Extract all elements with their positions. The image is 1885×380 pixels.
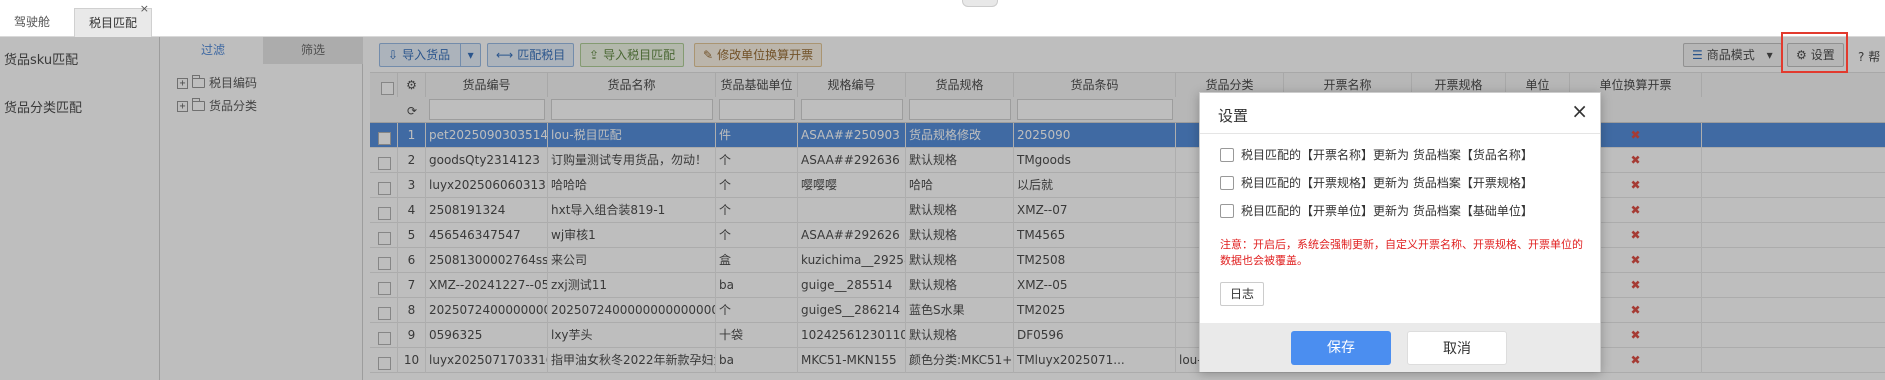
tab-label: 税目匹配	[89, 16, 138, 30]
app-window: 驾驶舱 税目匹配 × 货品sku匹配 货品分类匹配 过滤 筛选 + 税目编码 +…	[0, 0, 1885, 380]
dialog-divider	[1200, 133, 1600, 134]
save-button[interactable]: 保存	[1291, 331, 1391, 365]
option-label: 税目匹配的【开票单位】更新为 货品档案【基础单位】	[1241, 204, 1533, 218]
dialog-title: 设置	[1218, 107, 1249, 125]
log-button[interactable]: 日志	[1220, 282, 1264, 306]
close-icon[interactable]: ×	[1571, 101, 1588, 121]
tab-tax-match[interactable]: 税目匹配 ×	[74, 2, 153, 37]
tab-cockpit[interactable]: 驾驶舱	[0, 8, 64, 37]
dialog-footer	[1200, 323, 1600, 372]
tab-label: 驾驶舱	[14, 15, 51, 29]
option-label: 税目匹配的【开票规格】更新为 货品档案【开票规格】	[1241, 176, 1533, 190]
settings-dialog: 设置 × 税目匹配的【开票名称】更新为 货品档案【货品名称】 税目匹配的【开票规…	[1199, 92, 1601, 372]
warning-note: 注意：开启后，系统会强制更新，自定义开票名称、开票规格、开票单位的数据也会被覆盖…	[1220, 238, 1583, 267]
collapse-handle[interactable]	[962, 0, 998, 7]
top-tab-bar: 驾驶舱 税目匹配 ×	[0, 0, 1885, 37]
tab-close-icon[interactable]: ×	[140, 2, 149, 16]
settings-highlight-box	[1781, 32, 1848, 73]
option-invoice-unit[interactable]: 税目匹配的【开票单位】更新为 货品档案【基础单位】	[1220, 202, 1533, 220]
option-checkbox[interactable]	[1220, 148, 1234, 162]
option-checkbox[interactable]	[1220, 176, 1234, 190]
cancel-button[interactable]: 取消	[1407, 331, 1507, 365]
option-label: 税目匹配的【开票名称】更新为 货品档案【货品名称】	[1241, 148, 1533, 162]
modal-overlay[interactable]	[0, 37, 1885, 380]
option-checkbox[interactable]	[1220, 204, 1234, 218]
option-invoice-spec[interactable]: 税目匹配的【开票规格】更新为 货品档案【开票规格】	[1220, 174, 1533, 192]
option-invoice-name[interactable]: 税目匹配的【开票名称】更新为 货品档案【货品名称】	[1220, 146, 1533, 164]
